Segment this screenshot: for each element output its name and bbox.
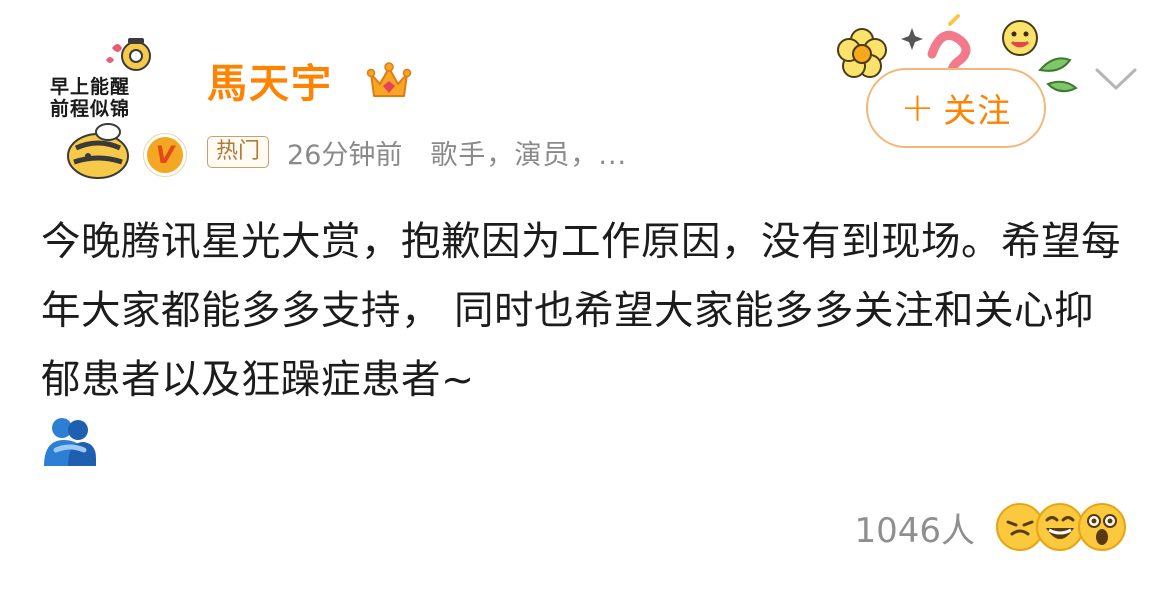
surprised-face-icon bbox=[1078, 503, 1126, 551]
people-hugging-icon bbox=[44, 418, 96, 466]
hot-tag[interactable]: 热门 bbox=[207, 136, 270, 168]
crown-icon[interactable] bbox=[366, 60, 412, 104]
reactions[interactable]: 1046人 bbox=[854, 500, 1131, 554]
bee-doodle-icon bbox=[67, 123, 129, 179]
avatar-caption-line-1: 早上能醒 bbox=[50, 76, 131, 98]
follow-button[interactable]: + 关注 bbox=[866, 68, 1046, 148]
follow-label: 关注 bbox=[943, 91, 1012, 130]
plus-icon: + bbox=[900, 85, 936, 131]
reaction-count: 1046人 bbox=[854, 510, 975, 551]
weibo-post-card: 早上能醒 前程似锦 V 馬天宇 热门 26分钟前 歌手，演员，... + 关注 … bbox=[0, 0, 1169, 598]
avatar-caption-line-2: 前程似锦 bbox=[50, 98, 131, 120]
post-meta: 热门 26分钟前 歌手，演员，... bbox=[207, 130, 627, 174]
camera-doodle-icon bbox=[106, 38, 151, 71]
post-content: 今晚腾讯星光大赏，抱歉因为工作原因，没有到现场。希望每年大家都能多多支持， 同时… bbox=[41, 219, 1121, 403]
username[interactable]: 馬天宇 bbox=[207, 56, 333, 112]
chevron-down-icon[interactable] bbox=[1091, 64, 1141, 94]
avatar[interactable]: 早上能醒 前程似锦 V bbox=[36, 38, 186, 188]
post-time: 26分钟前 bbox=[287, 139, 403, 171]
verified-badge-icon: V bbox=[144, 134, 186, 176]
avatar-caption: 早上能醒 前程似锦 bbox=[50, 76, 130, 120]
reaction-emojis bbox=[995, 500, 1131, 554]
user-description: 歌手，演员，... bbox=[430, 139, 628, 171]
